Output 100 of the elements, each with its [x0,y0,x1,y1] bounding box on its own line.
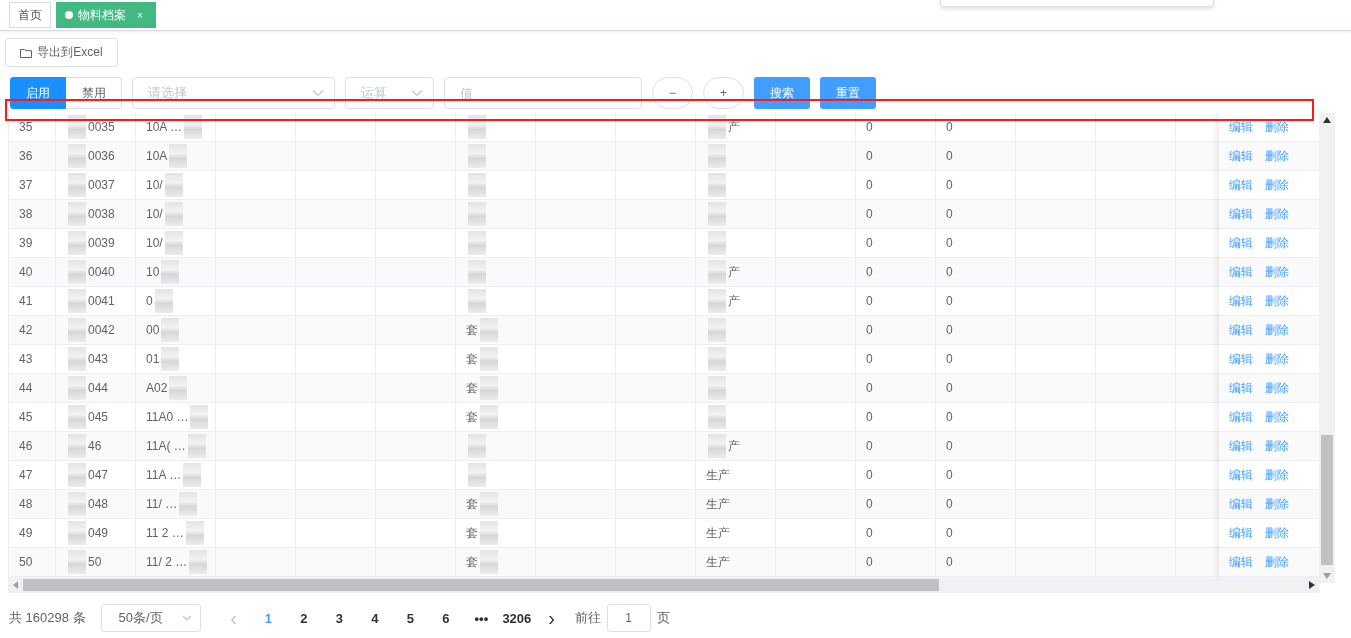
vertical-scrollbar[interactable] [1319,113,1335,583]
next-page-button[interactable]: › [534,605,569,631]
action-link[interactable]: 删除 [1265,118,1289,136]
action-link[interactable]: 编辑 [1229,437,1253,455]
table-cell: 0 [946,236,953,250]
page-number[interactable]: 6 [428,610,464,626]
field-select[interactable]: 请选择 [132,77,335,109]
blur-mask [468,231,486,255]
blur-mask [708,405,726,429]
action-link[interactable]: 删除 [1265,234,1289,252]
action-link[interactable]: 删除 [1265,466,1289,484]
scroll-down-icon[interactable] [1323,573,1331,579]
action-link[interactable]: 删除 [1265,147,1289,165]
action-link[interactable]: 删除 [1265,263,1289,281]
status-toggle[interactable]: 禁用 [66,77,122,109]
action-link[interactable]: 删除 [1265,176,1289,194]
goto-label: 前往 [574,609,601,627]
table-cell: 套 [466,408,478,426]
table-cell: 50 [88,555,102,569]
blur-mask [708,434,726,458]
action-link[interactable]: 编辑 [1229,379,1253,397]
blur-mask [708,173,726,197]
table-cell: 11/ … [146,497,178,511]
reset-button[interactable]: 重置 [820,77,876,109]
page-number[interactable]: 5 [392,610,429,626]
scroll-left-icon[interactable] [13,581,19,589]
remove-button[interactable]: − [652,77,693,109]
table-cell: 044 [88,381,109,395]
table-cell: 40 [19,265,33,279]
action-link[interactable]: 编辑 [1229,466,1253,484]
page-input[interactable]: 1 [606,604,651,632]
chevron-icon [411,89,423,97]
action-link[interactable]: 编辑 [1229,350,1253,368]
page-number[interactable]: 3206 [499,610,535,626]
blur-mask [480,521,498,545]
scroll-thumb[interactable] [23,579,939,591]
scroll-thumb[interactable] [1321,435,1333,565]
page-number[interactable]: 4 [357,610,393,626]
table-cell: 0 [946,410,953,424]
search-button[interactable]: 搜索 [754,77,810,109]
table-cell: 套 [466,495,478,513]
prev-page-button[interactable]: ‹ [216,605,251,631]
table-cell: 0 [146,294,153,308]
page-number[interactable]: 1 [250,610,287,626]
page-number[interactable]: ••• [463,610,500,626]
action-link[interactable]: 编辑 [1229,524,1253,542]
blur-mask [480,492,498,516]
table-cell: 11A … [146,468,182,482]
table-cell: 0 [946,468,953,482]
action-link[interactable]: 删除 [1265,292,1289,310]
action-link[interactable]: 编辑 [1229,292,1253,310]
action-link[interactable]: 删除 [1265,205,1289,223]
status-dot-icon [65,11,73,19]
scroll-up-icon[interactable] [1323,117,1331,123]
table-cell: 0 [866,555,873,569]
action-link[interactable]: 删除 [1265,321,1289,339]
blur-mask [468,173,486,197]
page-tab[interactable]: 物料档案 × [56,2,156,28]
table-cell: 0 [866,323,873,337]
close-icon[interactable]: × [137,9,143,21]
action-link[interactable]: 删除 [1265,350,1289,368]
operator-select[interactable]: 运算 [345,77,434,109]
add-button[interactable]: + [703,77,744,109]
action-link[interactable]: 删除 [1265,553,1289,571]
blur-mask [468,144,486,168]
table-cell: 10/ [146,207,163,221]
status-toggle[interactable]: 启用 [10,77,66,109]
table-cell: 0 [866,149,873,163]
action-link[interactable]: 编辑 [1229,408,1253,426]
table-cell: 0038 [88,207,115,221]
horizontal-scrollbar[interactable] [9,577,1319,593]
page-number[interactable]: 3 [321,610,358,626]
blur-mask [708,289,726,313]
export-button[interactable]: 导出到Excel [5,38,118,67]
action-link[interactable]: 删除 [1265,379,1289,397]
table-cell: 生产 [706,495,730,513]
table-cell: 47 [19,468,33,482]
table-cell: 0 [866,497,873,511]
page-tab[interactable]: 首页 [9,2,51,28]
action-link[interactable]: 编辑 [1229,147,1253,165]
value-input[interactable]: 值 [444,77,642,109]
table-cell: 0 [866,120,873,134]
scroll-right-icon[interactable] [1309,581,1315,589]
action-link[interactable]: 编辑 [1229,495,1253,513]
page-size-select[interactable]: 50条/页 [100,604,201,632]
action-link[interactable]: 删除 [1265,524,1289,542]
action-link[interactable]: 编辑 [1229,234,1253,252]
table-cell: 43 [19,352,33,366]
action-link[interactable]: 编辑 [1229,118,1253,136]
action-link[interactable]: 编辑 [1229,321,1253,339]
action-link[interactable]: 删除 [1265,437,1289,455]
page-number[interactable]: 2 [286,610,322,626]
action-link[interactable]: 编辑 [1229,553,1253,571]
action-link[interactable]: 编辑 [1229,263,1253,281]
action-link[interactable]: 编辑 [1229,205,1253,223]
table-cell: 0036 [88,149,115,163]
action-link[interactable]: 删除 [1265,495,1289,513]
action-link[interactable]: 删除 [1265,408,1289,426]
table-cell: 套 [466,350,478,368]
action-link[interactable]: 编辑 [1229,176,1253,194]
